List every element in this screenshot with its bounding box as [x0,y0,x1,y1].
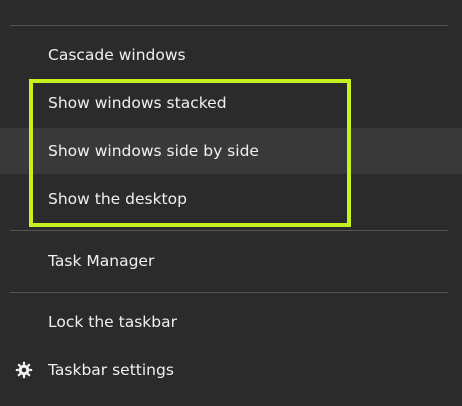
menu-separator [10,230,448,231]
menu-item-label: Show the desktop [48,190,187,208]
cut-off-menu-item-fragment [150,0,190,4]
menu-item-cascade-windows[interactable]: Cascade windows [0,32,462,78]
menu-item-taskbar-settings[interactable]: Taskbar settings [0,347,462,393]
menu-separator [10,25,448,26]
menu-item-show-the-desktop[interactable]: Show the desktop [0,176,462,222]
taskbar-context-menu: Cascade windows Show windows stacked Sho… [0,0,462,406]
menu-item-lock-the-taskbar[interactable]: Lock the taskbar [0,299,462,345]
menu-separator [10,292,448,293]
menu-item-label: Task Manager [48,252,155,270]
gear-icon [14,360,34,380]
menu-item-show-windows-side-by-side[interactable]: Show windows side by side [0,128,462,174]
menu-item-label: Show windows stacked [48,94,227,112]
menu-item-show-windows-stacked[interactable]: Show windows stacked [0,80,462,126]
menu-item-label: Taskbar settings [48,361,174,379]
menu-item-label: Cascade windows [48,46,186,64]
menu-item-label: Lock the taskbar [48,313,177,331]
menu-item-label: Show windows side by side [48,142,259,160]
menu-item-task-manager[interactable]: Task Manager [0,238,462,284]
